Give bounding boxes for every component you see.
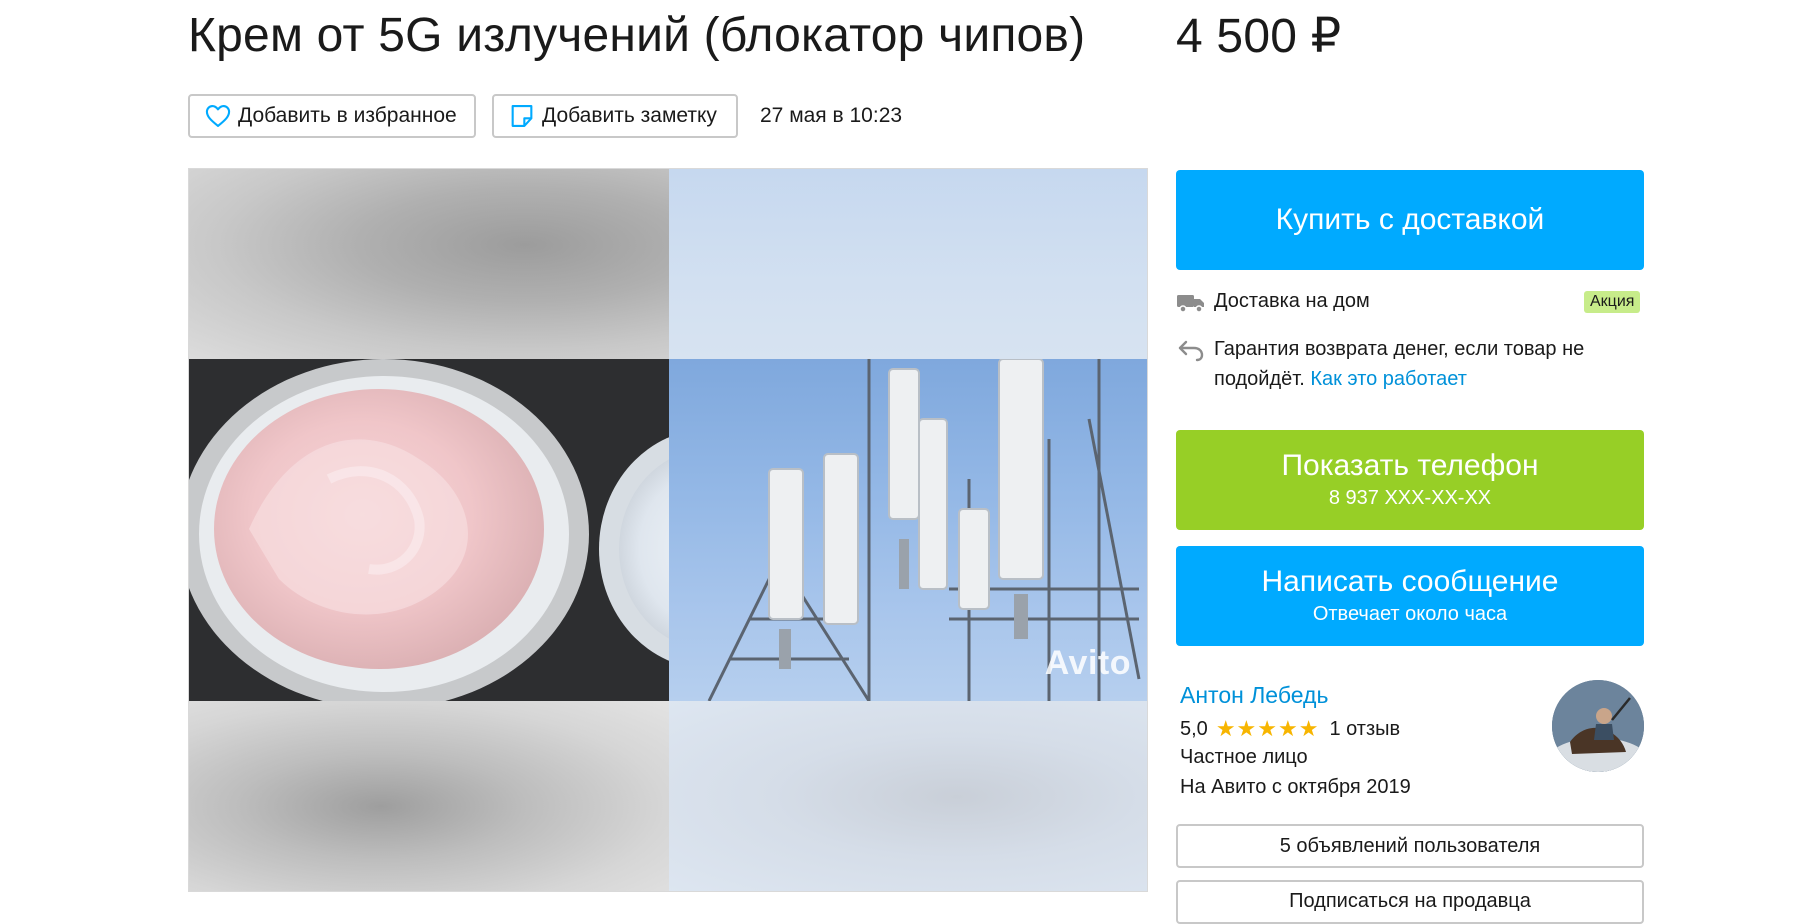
- rating-stars-icon: ★★★★★: [1215, 716, 1320, 741]
- avatar-image: [1552, 680, 1644, 772]
- add-note-button[interactable]: Добавить заметку: [492, 94, 738, 138]
- seller-avatar[interactable]: [1552, 680, 1644, 772]
- reviews-count[interactable]: 1 отзыв: [1329, 718, 1400, 741]
- cream-jar-illustration: [189, 359, 669, 701]
- seller-type: Частное лицо: [1180, 746, 1308, 768]
- listing-price: 4 500 ₽: [1176, 10, 1342, 63]
- return-guarantee-info: Гарантия возврата денег, если товар не п…: [1176, 334, 1644, 394]
- note-icon: [511, 105, 533, 127]
- gallery-blur-background: [669, 169, 1147, 359]
- promo-badge: Акция: [1584, 291, 1641, 313]
- buy-with-delivery-button[interactable]: Купить с доставкой: [1176, 170, 1644, 270]
- return-arrow-icon: [1178, 340, 1204, 362]
- heart-icon: [205, 105, 231, 127]
- send-message-button[interactable]: Написать сообщение Отвечает около часа: [1176, 546, 1644, 646]
- delivery-info: Доставка на дом: [1176, 290, 1644, 314]
- rating-value: 5,0: [1180, 717, 1208, 740]
- cream-jar-photo: [189, 359, 669, 701]
- post-date: 27 мая в 10:23: [760, 104, 903, 127]
- show-phone-button[interactable]: Показать телефон 8 937 XXX-XX-XX: [1176, 430, 1644, 530]
- truck-icon: [1177, 295, 1204, 313]
- gallery-blur-background: [189, 169, 669, 359]
- cell-tower-photo: Avito: [669, 359, 1147, 701]
- send-message-label: Написать сообщение: [1261, 565, 1559, 598]
- gallery-blur-background: [669, 701, 1147, 891]
- delivery-text: Доставка на дом: [1214, 290, 1370, 312]
- masked-phone-number: 8 937 XXX-XX-XX: [1328, 487, 1492, 509]
- user-listings-button[interactable]: 5 объявлений пользователя: [1176, 824, 1644, 868]
- how-it-works-link[interactable]: Как это работает: [1310, 368, 1467, 390]
- seller-name-link[interactable]: Антон Лебедь: [1180, 682, 1328, 709]
- response-time: Отвечает около часа: [1312, 603, 1508, 625]
- add-note-label: Добавить заметку: [542, 104, 717, 127]
- photo-gallery[interactable]: Avito: [188, 168, 1148, 892]
- buy-with-delivery-label: Купить с доставкой: [1275, 203, 1545, 236]
- seller-rating: 5,0 ★★★★★ 1 отзыв: [1180, 716, 1400, 742]
- show-phone-label: Показать телефон: [1281, 449, 1539, 482]
- subscribe-label: Подписаться на продавца: [1289, 890, 1531, 912]
- gallery-blur-background: [189, 701, 669, 891]
- add-to-favorites-button[interactable]: Добавить в избранное: [188, 94, 476, 138]
- user-listings-label: 5 объявлений пользователя: [1279, 834, 1541, 857]
- avito-watermark: Avito: [1044, 644, 1131, 682]
- seller-member-since: На Авито с октября 2019: [1180, 776, 1411, 798]
- subscribe-to-seller-button[interactable]: Подписаться на продавца: [1176, 880, 1644, 924]
- add-to-favorites-label: Добавить в избранное: [238, 104, 457, 127]
- listing-title: Крем от 5G излучений (блокатор чипов): [188, 9, 1086, 62]
